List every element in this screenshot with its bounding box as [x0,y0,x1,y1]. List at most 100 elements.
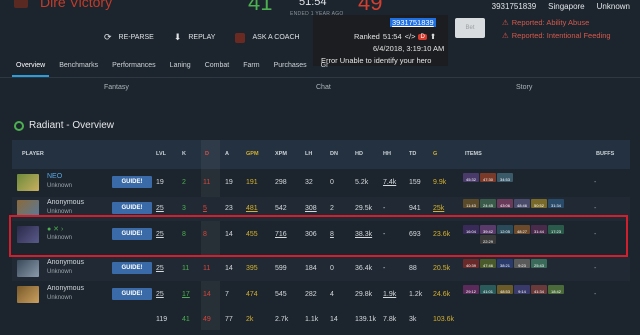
item-icon[interactable]: 34:53 [497,173,513,182]
guide-button[interactable]: GUIDE! [112,262,152,274]
col-assists[interactable]: A [225,151,229,157]
tab-overview[interactable]: Overview [9,58,52,77]
item-icon[interactable]: 48:46 [514,199,530,208]
hero-avatar[interactable] [17,174,39,191]
cell-dn: 2 [330,205,334,212]
player-status: Unknown [47,235,73,241]
item-icon[interactable]: 45:32 [463,173,479,182]
total-hd: 139.1k [355,316,377,323]
player-name[interactable]: Anonymous [47,285,84,292]
item-icon[interactable]: 18:42 [548,285,564,294]
item-icon[interactable]: 48:27 [514,225,530,234]
tab-story[interactable]: Story [516,84,532,91]
report-ability-abuse[interactable]: ⚠ Reported: Ability Abuse [502,18,589,27]
item-icon[interactable]: 22:29 [480,235,496,244]
upload-icon[interactable]: ⬆ [430,32,436,41]
item-icon[interactable]: 47:30 [480,173,496,182]
item-icon[interactable]: 24:45 [480,199,496,208]
tab-benchmarks[interactable]: Benchmarks [52,58,105,77]
player-status: Unknown [47,269,73,275]
item-icon[interactable]: 43:06 [497,199,513,208]
tab-performances[interactable]: Performances [105,58,163,77]
col-gpm[interactable]: GPM [246,151,259,157]
guide-button[interactable]: GUIDE! [112,176,152,188]
reparse-button[interactable]: ⟳ RE-PARSE [104,32,154,43]
item-icon[interactable]: 31:34 [548,199,564,208]
item-icon[interactable]: 39:42 [480,225,496,234]
item-list: 45:32 47:30 34:53 [463,173,583,182]
popup-time: 51:54 [382,32,402,41]
tab-laning[interactable]: Laning [163,58,198,77]
item-icon[interactable]: 11:43 [463,199,479,208]
report-label: Reported: Ability Abuse [511,18,590,27]
item-icon[interactable]: 41:01 [480,285,496,294]
player-name[interactable]: NEO [47,173,62,180]
item-icon[interactable]: 29:12 [463,285,479,294]
item-icon[interactable]: 9:23 [514,259,530,268]
total-gpm: 2k [246,316,254,323]
report-intentional-feeding[interactable]: ⚠ Reported: Intentional Feeding [502,31,611,40]
item-icon[interactable]: 17:23 [548,225,564,234]
item-icon[interactable]: 40:39 [463,259,479,268]
popup-ranked-row: Ranked 51:54 </> D ⬆ [354,32,436,41]
hero-avatar[interactable] [17,286,39,303]
cell-xpm: 599 [275,265,287,272]
player-name[interactable]: Anonymous [47,259,84,266]
tab-farm[interactable]: Farm [236,58,266,77]
code-icon[interactable]: </> [405,32,416,41]
hero-avatar[interactable] [17,200,39,217]
guide-button[interactable]: GUIDE! [112,288,152,300]
item-icon[interactable]: 9:14 [514,285,530,294]
cell-dn: 0 [330,265,334,272]
col-lh[interactable]: LH [305,151,312,157]
tab-graphs[interactable]: Gr [314,58,336,77]
item-icon[interactable]: 47:46 [480,259,496,268]
hero-avatar[interactable] [17,226,39,243]
cell-lvl: 25 [156,265,164,272]
radiant-score: 41 [248,0,273,15]
tab-purchases[interactable]: Purchases [267,58,314,77]
ask-coach-button[interactable]: ASK A COACH [235,32,300,43]
col-hh[interactable]: HH [383,151,391,157]
replay-button[interactable]: ⬇ REPLAY [174,32,216,43]
total-hh: 7.8k [383,316,397,323]
popup-match-id[interactable]: 3931751839 [390,18,436,27]
col-player[interactable]: PLAYER [22,151,44,157]
item-icon[interactable]: 38:21 [497,259,513,268]
item-icon[interactable]: 12:05 [497,225,513,234]
col-td[interactable]: TD [409,151,416,157]
item-icon[interactable]: 25:43 [531,259,547,268]
cell-gold: 24.6k [433,291,451,298]
guide-button[interactable]: GUIDE! [112,202,152,214]
cell-deaths: 8 [203,231,207,238]
cell-assists: 7 [225,291,229,298]
item-icon[interactable]: 16:04 [463,225,479,234]
cell-deaths: 11 [203,265,211,272]
player-name[interactable]: Anonymous [47,199,84,206]
cell-dn: 0 [330,179,334,186]
dotabuff-icon[interactable]: D [418,33,427,40]
tab-combat[interactable]: Combat [198,58,237,77]
item-icon[interactable]: 48:53 [497,285,513,294]
item-icon[interactable]: 50:52 [531,199,547,208]
guide-button[interactable]: GUIDE! [112,228,152,240]
tab-fantasy[interactable]: Fantasy [104,84,129,91]
hero-avatar[interactable] [17,260,39,277]
cell-hh[interactable]: 7.4k [383,179,396,186]
totals-row: 119 41 49 77 2k 2.7k 1.1k 14 139.1k 7.8k… [12,314,630,330]
cell-dn: 8 [330,231,334,238]
col-dn[interactable]: DN [330,151,338,157]
col-kills[interactable]: K [182,151,186,157]
col-hd[interactable]: HD [355,151,363,157]
cell-xpm: 545 [275,291,287,298]
col-xpm[interactable]: XPM [275,151,287,157]
bet-button[interactable]: Bet [455,18,485,38]
tab-chat[interactable]: Chat [316,84,331,91]
col-gold[interactable]: G [433,151,437,157]
item-icon[interactable]: 41:34 [531,285,547,294]
item-icon[interactable]: 31:44 [531,225,547,234]
dire-logo-icon [14,0,28,8]
cell-gpm: 455 [246,231,258,238]
cell-deaths: 5 [203,205,207,212]
col-lvl[interactable]: LVL [156,151,166,157]
